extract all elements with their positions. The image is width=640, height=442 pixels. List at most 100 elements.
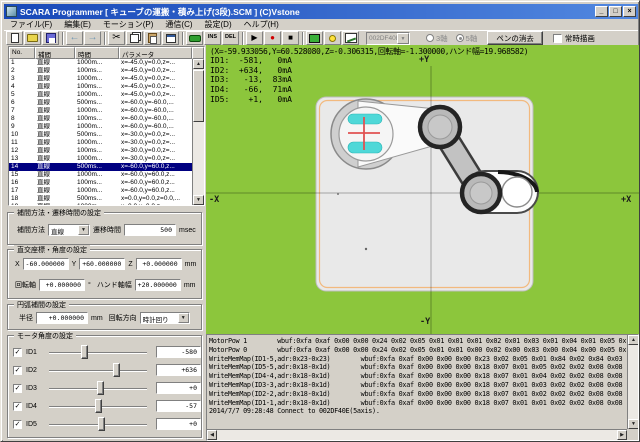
slider-thumb[interactable] [95, 399, 102, 413]
insert-step-button[interactable]: INS [204, 31, 221, 45]
interp-method-combobox[interactable]: 直線 ▼ [48, 224, 90, 236]
motor-angle-field[interactable]: +0 [156, 418, 201, 430]
motor-enable-checkbox[interactable]: ✓ [13, 420, 22, 429]
table-row[interactable]: 1直線1000m...x=-45.0,y=0.0,z=... [9, 59, 192, 67]
device-id-combobox[interactable]: 002DF40E ▼ [366, 32, 410, 45]
rotation-direction-combobox[interactable]: 時計回り ▼ [140, 312, 190, 324]
minimize-button[interactable]: _ [595, 6, 608, 17]
motor-angle-field[interactable]: -57 [156, 400, 201, 412]
menu-item[interactable]: ファイル(F) [4, 19, 58, 30]
motor-enable-checkbox[interactable]: ✓ [13, 366, 22, 375]
slider-thumb[interactable] [97, 381, 104, 395]
cut-button[interactable]: ✂ [108, 31, 125, 45]
z-field[interactable]: +0.000000 [136, 258, 182, 270]
menu-item[interactable]: 設定(D) [199, 19, 238, 30]
table-cell: x=-45.0,y=0.0,z=... [119, 67, 192, 75]
motor-angle-field[interactable]: +0 [156, 382, 201, 394]
line-trace-button[interactable] [342, 31, 359, 45]
scroll-down-icon[interactable]: ▼ [193, 195, 204, 205]
stop-button[interactable]: ■ [282, 31, 299, 45]
connect-button[interactable] [186, 31, 203, 45]
communication-log[interactable]: MotorPow 1 wbuf:0xfa 0xaf 0x00 0x00 0x24… [206, 334, 639, 441]
y-field[interactable]: +60.000000 [79, 258, 125, 270]
log-vertical-scrollbar[interactable]: ▲ ▼ [627, 335, 638, 429]
motor-angle-field[interactable]: +636 [156, 364, 201, 376]
delete-step-button[interactable]: DEL [222, 31, 239, 45]
copy-button[interactable] [126, 31, 143, 45]
table-scrollbar[interactable]: ▲ ▼ [192, 59, 204, 205]
menu-item[interactable]: モーション(P) [97, 19, 160, 30]
table-row[interactable]: 10直線500ms...x=-30.0,y=0.0,z=... [9, 131, 192, 139]
log-line: WriteMemMap(ID1-5,adr:0x23-0x23) wbuf:0x… [209, 355, 626, 364]
column-header-param[interactable]: パラメータ [119, 47, 192, 59]
program-window-button[interactable] [162, 31, 179, 45]
radius-field[interactable]: +0.000000 [36, 312, 88, 324]
paste-button[interactable] [144, 31, 161, 45]
lamp-button[interactable] [324, 31, 341, 45]
radio-5axis[interactable]: 5軸 [456, 33, 478, 44]
record-button[interactable]: ● [264, 31, 281, 45]
rotation-axis-field[interactable]: +0.000000 [39, 279, 85, 291]
radio-3axis[interactable]: 3軸 [426, 33, 448, 44]
table-row[interactable]: 12直線100ms...x=-30.0,y=0.0,z=... [9, 147, 192, 155]
table-row[interactable]: 18直線500ms...x=0.0,y=0.0,z=0.0,... [9, 195, 192, 203]
column-header-time[interactable]: 時間 [75, 47, 119, 59]
table-cell: 19 [9, 203, 35, 205]
elbow-joint-inner [428, 115, 452, 139]
table-row[interactable]: 5直線1000m...x=-45.0,y=0.0,z=... [9, 91, 192, 99]
transition-time-field[interactable]: 500 [124, 224, 176, 236]
motor-enable-checkbox[interactable]: ✓ [13, 384, 22, 393]
column-header-no[interactable]: No. [9, 47, 35, 59]
x-field[interactable]: -60.000000 [23, 258, 69, 270]
scroll-right-icon[interactable]: ▶ [617, 430, 627, 440]
slider-thumb[interactable] [98, 417, 105, 431]
table-row[interactable]: 4直線100ms...x=-45.0,y=0.0,z=... [9, 83, 192, 91]
menu-item[interactable]: 通信(C) [159, 19, 198, 30]
new-file-button[interactable] [6, 31, 23, 45]
menu-item[interactable]: ヘルプ(H) [238, 19, 285, 30]
play-button[interactable]: ▶ [246, 31, 263, 45]
step-back-button[interactable]: ← [66, 31, 83, 45]
close-button[interactable]: × [623, 6, 636, 17]
scrollbar-thumb[interactable] [193, 70, 204, 122]
scroll-left-icon[interactable]: ◀ [207, 430, 217, 440]
step-forward-button[interactable]: → [84, 31, 101, 45]
log-horizontal-scrollbar[interactable]: ◀ ▶ [207, 429, 627, 440]
slider-thumb[interactable] [113, 363, 120, 377]
slider-thumb[interactable] [81, 345, 88, 359]
scroll-down-icon[interactable]: ▼ [628, 419, 639, 429]
maximize-button[interactable]: □ [609, 6, 622, 17]
always-draw-checkbox[interactable]: 常時描画 [553, 33, 595, 44]
robot-canvas[interactable]: (X=-59.933056,Y=60.528080,Z=-0.306315,回転… [206, 45, 639, 334]
table-row[interactable]: 6直線500ms...x=-60.0,y=-60.0,... [9, 99, 192, 107]
table-row[interactable]: 16直線100ms...x=-60.0,y=60.0,z... [9, 179, 192, 187]
menu-item[interactable]: 編集(E) [58, 19, 97, 30]
slider-track[interactable] [49, 352, 147, 354]
slider-track[interactable] [49, 370, 147, 372]
scroll-up-icon[interactable]: ▲ [193, 59, 204, 69]
column-header-interp[interactable]: 補間 [35, 47, 75, 59]
column-header-extra[interactable] [192, 47, 204, 59]
table-cell: 1000m... [75, 203, 119, 205]
table-row[interactable]: 13直線1000m...x=-30.0,y=0.0,z=... [9, 155, 192, 163]
table-row[interactable]: 14直線500ms...x=-60.0,y=60.0,z... [9, 163, 192, 171]
pen-clear-button[interactable]: ペンの消去 [487, 31, 543, 45]
table-row[interactable]: 17直線1000m...x=-60.0,y=60.0,z... [9, 187, 192, 195]
table-row[interactable]: 19直線1000m...x=0.0,y=0.0,z=... [9, 203, 192, 205]
hand-width-field[interactable]: +20.000000 [135, 279, 181, 291]
table-row[interactable]: 8直線100ms...x=-60.0,y=-60.0,... [9, 115, 192, 123]
table-row[interactable]: 9直線1000m...x=-60.0,y=-60.0,... [9, 123, 192, 131]
monitor-button[interactable] [306, 31, 323, 45]
motor-angle-field[interactable]: -580 [156, 346, 201, 358]
open-file-button[interactable] [24, 31, 41, 45]
motor-enable-checkbox[interactable]: ✓ [13, 348, 22, 357]
table-row[interactable]: 15直線1000m...x=-60.0,y=60.0,z... [9, 171, 192, 179]
table-row[interactable]: 7直線1000m...x=-60.0,y=-60.0,... [9, 107, 192, 115]
table-cell: 100ms... [75, 83, 119, 91]
table-row[interactable]: 2直線100ms...x=-45.0,y=0.0,z=... [9, 67, 192, 75]
table-row[interactable]: 11直線1000m...x=-30.0,y=0.0,z=... [9, 139, 192, 147]
motor-enable-checkbox[interactable]: ✓ [13, 402, 22, 411]
save-button[interactable] [42, 31, 59, 45]
table-row[interactable]: 3直線1000m...x=-45.0,y=0.0,z=... [9, 75, 192, 83]
scroll-up-icon[interactable]: ▲ [628, 335, 639, 345]
